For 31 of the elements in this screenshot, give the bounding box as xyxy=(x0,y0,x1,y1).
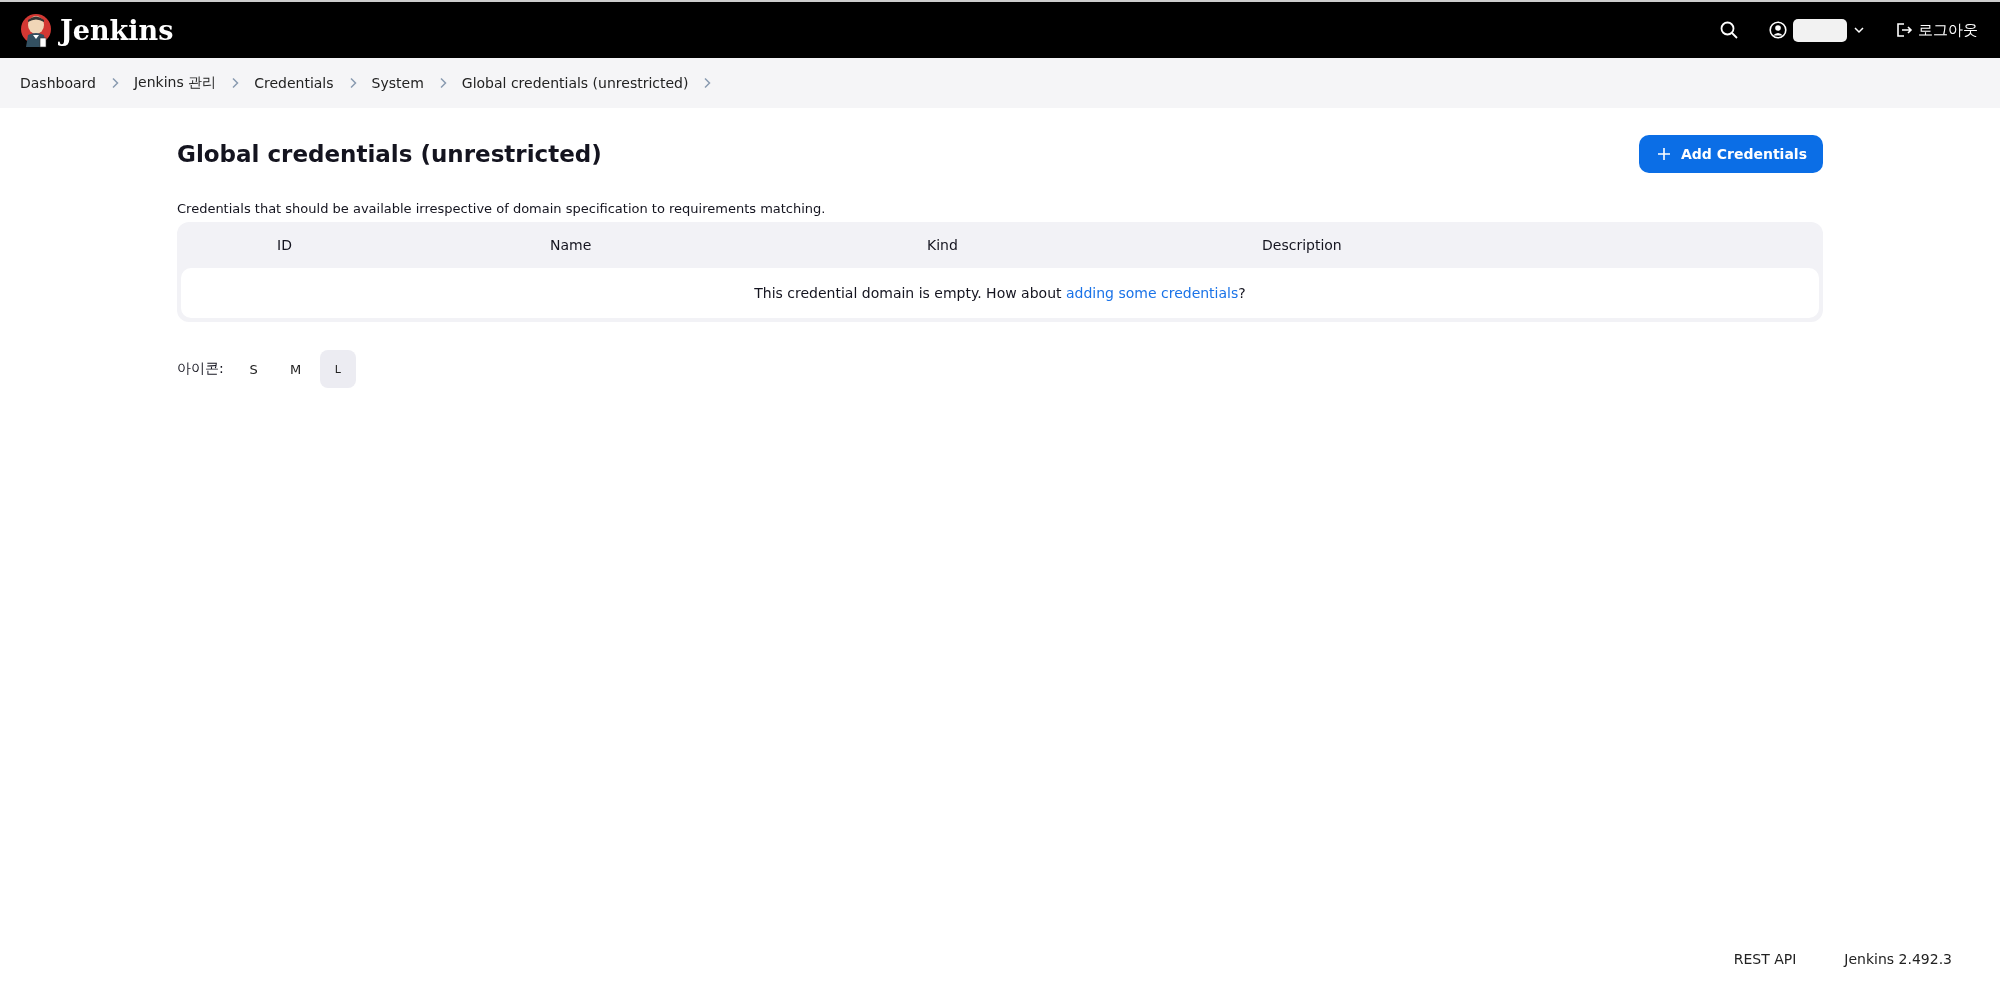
icon-size-option[interactable]: S xyxy=(235,350,272,388)
logout-link[interactable]: 로그아웃 xyxy=(1895,20,1978,40)
breadcrumb-link[interactable]: Dashboard xyxy=(20,75,96,91)
butler-logo-icon[interactable] xyxy=(20,11,52,49)
chevron-down-icon[interactable] xyxy=(1853,24,1865,36)
chevron-right-icon xyxy=(702,77,713,89)
empty-message: This credential domain is empty. How about adding some credentials? xyxy=(754,285,1246,301)
breadcrumb-link[interactable]: System xyxy=(371,75,424,91)
brand-name[interactable]: Jenkins xyxy=(60,14,174,46)
user-avatar-icon[interactable] xyxy=(1769,21,1787,39)
logout-icon xyxy=(1895,21,1913,39)
redacted-name-block xyxy=(1793,18,1847,42)
column-header[interactable]: Description xyxy=(1262,237,1342,253)
icon-size-option[interactable]: L xyxy=(319,350,356,388)
add-credentials-button[interactable]: Add Credentials xyxy=(1639,135,1823,173)
footer-link[interactable]: REST API xyxy=(1733,951,1797,967)
breadcrumb-link[interactable]: Global credentials (unrestricted) xyxy=(461,75,689,91)
column-header[interactable]: ID xyxy=(277,237,550,253)
add-credentials-link[interactable]: adding some credentials xyxy=(1065,285,1239,301)
icon-size-option[interactable]: M xyxy=(277,350,314,388)
plus-icon xyxy=(1657,147,1671,161)
page-description: Credentials that should be available irrespective of domain specification to requirements matching. xyxy=(177,201,827,216)
breadcrumb-link[interactable]: Credentials xyxy=(254,75,334,91)
icon-size-label: 아이콘: xyxy=(177,360,224,378)
column-header[interactable]: Kind xyxy=(927,237,1262,253)
column-header[interactable]: Name xyxy=(550,237,927,253)
search-icon[interactable] xyxy=(1719,20,1739,40)
footer-link[interactable]: Jenkins 2.492.3 xyxy=(1844,951,1952,967)
breadcrumb-link[interactable]: Jenkins 관리 xyxy=(133,74,217,92)
page-title: Global credentials (unrestricted) xyxy=(177,141,602,167)
chevron-right-icon xyxy=(230,77,241,89)
